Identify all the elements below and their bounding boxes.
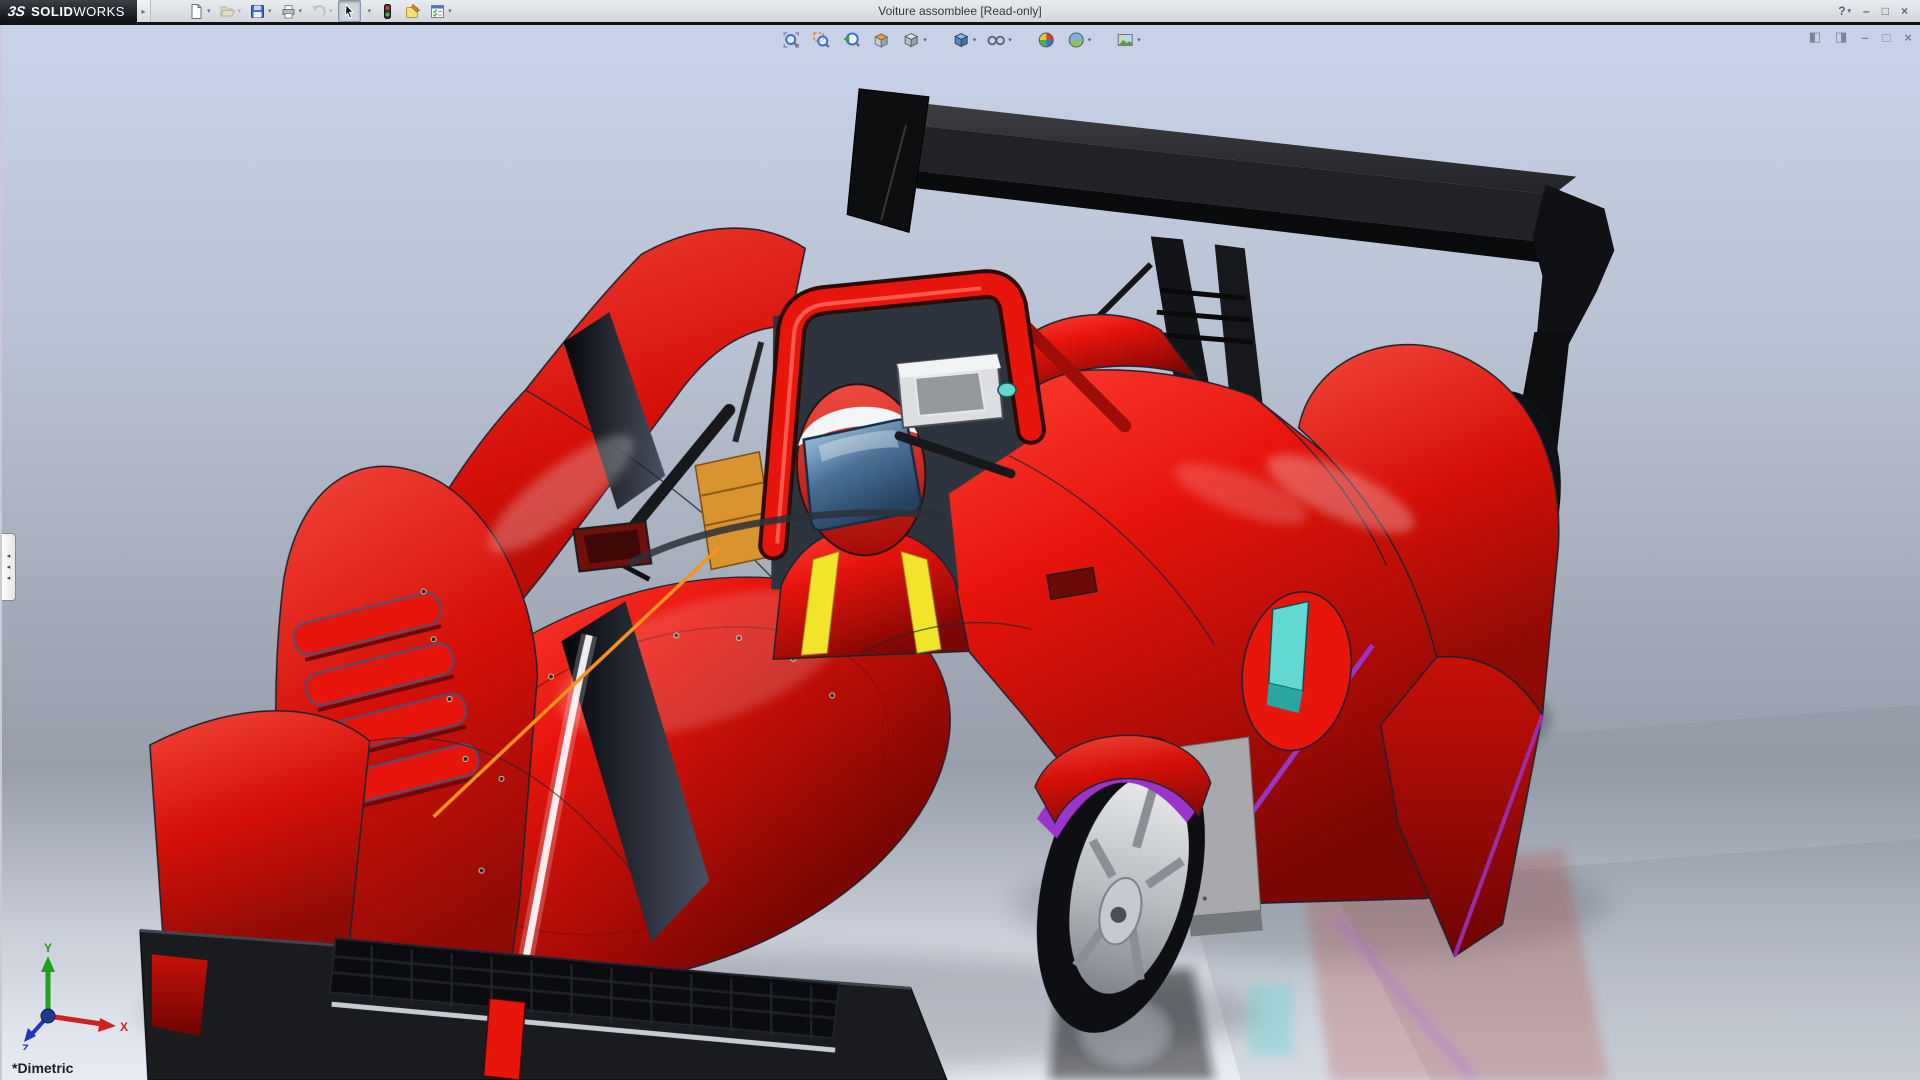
- caret-icon: ▾: [923, 36, 927, 44]
- zoom-to-fit-icon: [781, 30, 801, 50]
- undo-icon: [310, 3, 327, 20]
- select-cursor-icon: [341, 3, 358, 20]
- graphics-viewport[interactable]: ▾ ▾ ▾: [0, 25, 1920, 1080]
- feature-manager-collapsed-tab[interactable]: ◂ ◂ ◂: [2, 533, 16, 601]
- zoom-to-area-button[interactable]: [808, 28, 834, 52]
- view-orientation-icon: [901, 30, 921, 50]
- new-document-icon: [188, 3, 205, 20]
- rebuild-stoplight-button[interactable]: [376, 0, 399, 22]
- section-view-button[interactable]: [868, 28, 894, 52]
- caret-icon: ▾: [1088, 36, 1092, 44]
- doc-close-button[interactable]: ×: [1904, 30, 1912, 45]
- collapse-arrow-icon: ◂: [7, 563, 11, 571]
- help-button[interactable]: ?▾: [1838, 4, 1851, 18]
- previous-pane-button[interactable]: ◧: [1809, 29, 1821, 45]
- doc-minimize-button[interactable]: –: [1861, 30, 1868, 45]
- hide-show-items-button[interactable]: ▾: [983, 28, 1015, 52]
- zoom-to-fit-button[interactable]: [778, 28, 804, 52]
- nose-panel[interactable]: [150, 711, 370, 961]
- fuel-cap-teal: [998, 383, 1016, 397]
- new-document-button[interactable]: ▾: [185, 0, 214, 22]
- display-style-button[interactable]: ▾: [948, 28, 980, 52]
- triad-x-label: X: [120, 1020, 128, 1034]
- caret-icon: ▾: [368, 7, 372, 15]
- print-icon: [280, 3, 297, 20]
- apply-scene-button[interactable]: ▾: [1063, 28, 1095, 52]
- save-floppy-icon: [249, 3, 266, 20]
- appearance-ball-icon: [1036, 30, 1056, 50]
- doc-restore-button[interactable]: □: [1883, 30, 1891, 45]
- document-window-controls: ◧ ◨ – □ ×: [1809, 29, 1912, 45]
- caret-icon: ▾: [207, 7, 211, 15]
- previous-view-button[interactable]: [838, 28, 864, 52]
- minimize-button[interactable]: –: [1863, 4, 1870, 18]
- restore-button[interactable]: □: [1882, 4, 1889, 18]
- print-button[interactable]: ▾: [277, 0, 306, 22]
- orientation-triad: Y X Z: [14, 940, 134, 1050]
- view-settings-button[interactable]: ▾: [1112, 28, 1144, 52]
- collapse-arrow-icon: ◂: [7, 552, 11, 560]
- collapse-arrow-icon: ◂: [7, 574, 11, 582]
- heads-up-view-toolbar: ▾ ▾ ▾: [778, 28, 1144, 52]
- 3d-model-race-car[interactable]: [2, 25, 1920, 1080]
- triad-y-label: Y: [44, 941, 52, 955]
- side-window-teal: [1269, 601, 1309, 691]
- solidworks-logo: 3S SOLIDWORKS: [0, 0, 137, 22]
- air-intake-box: [897, 354, 1003, 428]
- caret-icon: ▾: [1137, 36, 1141, 44]
- view-settings-icon: [1115, 30, 1135, 50]
- edit-note-button[interactable]: [401, 0, 424, 22]
- apply-scene-icon: [1066, 30, 1086, 50]
- left-mirror[interactable]: [573, 522, 651, 580]
- open-folder-icon: [219, 3, 236, 20]
- standard-toolbar: ▾ ▾ ▾ ▾ ▾: [185, 0, 455, 22]
- window-controls: ?▾ – □ ×: [1838, 4, 1920, 18]
- close-button[interactable]: ×: [1901, 4, 1908, 18]
- caret-icon: ▾: [448, 7, 452, 15]
- edit-appearance-button[interactable]: [1033, 28, 1059, 52]
- view-orientation-label: *Dimetric: [12, 1060, 73, 1076]
- display-style-icon: [951, 30, 971, 50]
- brand-logo-glyph: 3S: [7, 3, 26, 19]
- next-pane-button[interactable]: ◨: [1835, 29, 1847, 45]
- caret-icon: ▾: [1008, 36, 1012, 44]
- options-list-icon: [429, 3, 446, 20]
- window-title: Voiture assomblee [Read-only]: [878, 4, 1041, 18]
- select-options-button[interactable]: ▾: [363, 0, 375, 22]
- triad-z-label: Z: [22, 1043, 29, 1050]
- options-button[interactable]: ▾: [426, 0, 455, 22]
- previous-view-icon: [841, 30, 861, 50]
- undo-button[interactable]: ▾: [307, 0, 336, 22]
- save-button[interactable]: ▾: [246, 0, 275, 22]
- view-orientation-button[interactable]: ▾: [898, 28, 930, 52]
- caret-icon: ▾: [973, 36, 977, 44]
- note-pencil-icon: [404, 3, 421, 20]
- select-button[interactable]: [338, 0, 361, 22]
- eyeglasses-icon: [986, 30, 1006, 50]
- section-view-icon: [871, 30, 891, 50]
- menu-expand-button[interactable]: ▸: [137, 0, 151, 22]
- caret-icon: ▾: [268, 7, 272, 15]
- caret-icon: ▾: [329, 7, 333, 15]
- title-bar: 3S SOLIDWORKS ▸ ▾ ▾ ▾: [0, 0, 1920, 25]
- caret-icon: ▾: [1848, 7, 1852, 15]
- open-button[interactable]: ▾: [216, 0, 245, 22]
- brand-name: SOLIDWORKS: [31, 4, 125, 19]
- caret-icon: ▾: [238, 7, 242, 15]
- caret-icon: ▾: [299, 7, 303, 15]
- zoom-to-area-icon: [811, 30, 831, 50]
- stoplight-icon: [379, 3, 396, 20]
